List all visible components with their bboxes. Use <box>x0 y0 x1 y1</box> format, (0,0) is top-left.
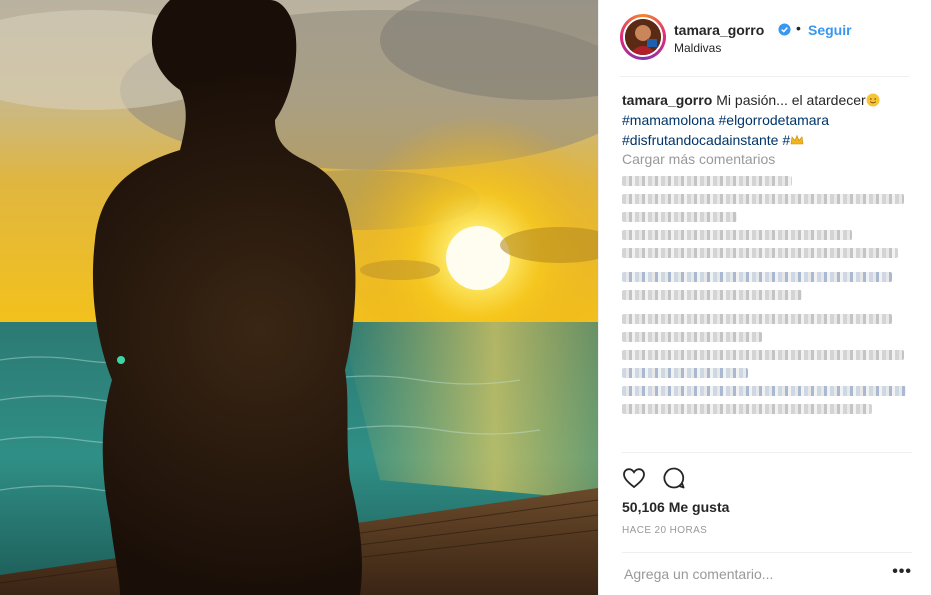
hashtag-link[interactable]: # <box>782 132 790 148</box>
blurred-comment-line <box>622 272 892 282</box>
heart-icon[interactable] <box>622 466 646 490</box>
blurred-comment-line <box>622 290 802 300</box>
blurred-comment-line <box>622 386 906 396</box>
hashtag-link[interactable]: #elgorrodetamara <box>719 112 830 128</box>
blurred-comment-line <box>622 248 898 258</box>
blurred-comment-line <box>622 230 852 240</box>
blurred-comment-line <box>622 404 872 414</box>
separator-dot: • <box>796 20 801 36</box>
comment-input[interactable] <box>622 565 876 583</box>
avatar[interactable] <box>623 17 663 57</box>
hashtag-link[interactable]: #disfrutandocadainstante <box>622 132 778 148</box>
caption-text: Mi pasión... el atardecer <box>716 92 866 108</box>
blurred-comment-line <box>622 368 748 378</box>
actions-divider <box>622 452 912 453</box>
more-options-button[interactable]: ••• <box>892 563 912 581</box>
caption: tamara_gorro Mi pasión... el atardecer #m… <box>622 90 912 150</box>
blurred-comment-line <box>622 332 762 342</box>
load-more-comments[interactable]: Cargar más comentarios <box>622 151 775 167</box>
blurred-comments-list <box>622 176 912 422</box>
caption-username[interactable]: tamara_gorro <box>622 92 712 108</box>
post-header: tamara_gorro • Seguir Maldivas <box>620 14 909 77</box>
likes-count[interactable]: 50,106 Me gusta <box>622 499 729 515</box>
post-photo[interactable] <box>0 0 598 595</box>
blurred-comment-line <box>622 212 737 222</box>
add-comment-bar: ••• <box>622 552 912 595</box>
sunset-photo <box>0 0 598 595</box>
follow-button[interactable]: Seguir <box>808 22 852 38</box>
smiling-face-icon <box>866 93 880 107</box>
hashtag-link[interactable]: #mamamolona <box>622 112 715 128</box>
crown-icon <box>790 134 804 145</box>
blurred-comment-line <box>622 314 892 324</box>
blurred-comment-line <box>622 350 904 360</box>
username[interactable]: tamara_gorro <box>674 22 764 38</box>
blurred-comment-line <box>622 176 792 186</box>
verified-badge-icon <box>778 23 791 36</box>
blurred-comment-line <box>622 194 904 204</box>
comment-icon[interactable] <box>662 466 686 490</box>
avatar-ring[interactable] <box>620 14 666 60</box>
post-timestamp[interactable]: HACE 20 HORAS <box>622 525 707 536</box>
location-link[interactable]: Maldivas <box>674 41 721 55</box>
